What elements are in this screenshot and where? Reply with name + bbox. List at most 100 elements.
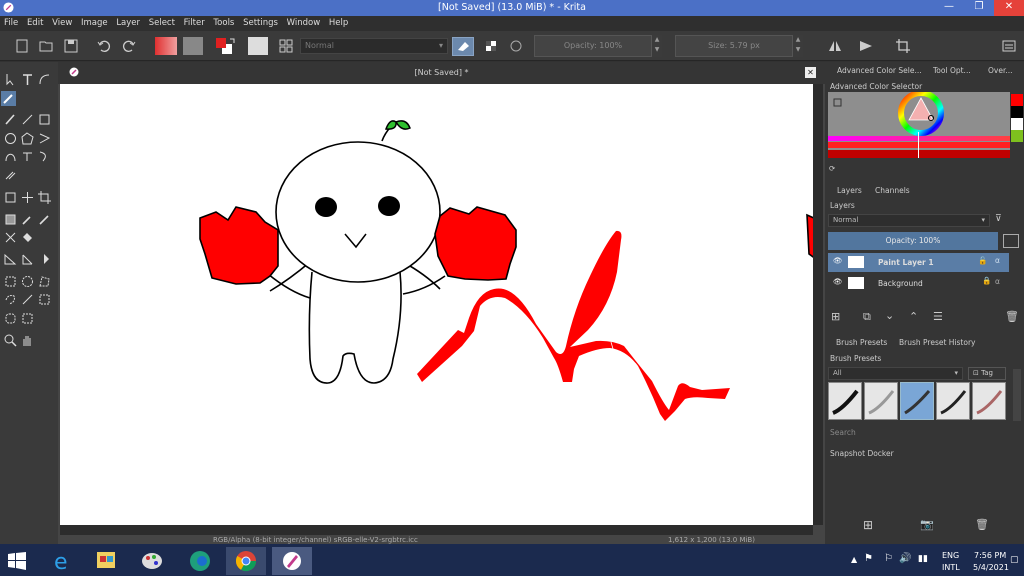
- show-hidden-icons-icon[interactable]: ▲: [851, 555, 857, 564]
- delete-snapshot-icon[interactable]: 🗑: [975, 518, 989, 531]
- move-layer-up-icon[interactable]: ⌃: [909, 310, 918, 323]
- brush-search-input[interactable]: Search: [830, 428, 856, 437]
- refresh-color-icon[interactable]: ⟳: [829, 164, 839, 174]
- internet-explorer-icon[interactable]: e: [42, 547, 82, 575]
- security-alert-icon[interactable]: ⚑: [864, 553, 873, 564]
- bezier-selection-icon[interactable]: [3, 311, 18, 326]
- add-snapshot-icon[interactable]: ⊞: [863, 518, 873, 532]
- menu-layer[interactable]: Layer: [116, 16, 140, 31]
- tab-brush-presets[interactable]: Brush Presets: [836, 338, 887, 347]
- preserve-alpha-icon[interactable]: [482, 37, 500, 55]
- transform-tool-icon[interactable]: [3, 190, 18, 205]
- freehand-selection-icon[interactable]: [3, 292, 18, 307]
- canvas-horizontal-scrollbar[interactable]: [60, 525, 813, 535]
- menu-filter[interactable]: Filter: [184, 16, 205, 31]
- camera-icon[interactable]: 📷: [920, 518, 934, 531]
- network-alert-icon[interactable]: ⚐: [884, 553, 893, 564]
- bezier-tool-icon[interactable]: [3, 149, 18, 164]
- freehand-path-tool-icon[interactable]: [20, 149, 35, 164]
- pattern-selector-icon[interactable]: [183, 37, 203, 55]
- lock-icon[interactable]: 🔒: [982, 276, 991, 285]
- menu-view[interactable]: View: [52, 16, 72, 31]
- polyline-tool-icon[interactable]: [37, 131, 52, 146]
- alpha-lock-icon[interactable]: α: [995, 277, 1000, 286]
- similar-color-selection-icon[interactable]: [37, 292, 52, 307]
- gradient-selector-icon[interactable]: [155, 37, 177, 55]
- duplicate-layer-icon[interactable]: ⧉: [863, 310, 871, 324]
- rectangle-tool-icon[interactable]: [37, 112, 52, 127]
- text-tool-icon[interactable]: [20, 72, 35, 87]
- menu-settings[interactable]: Settings: [243, 16, 278, 31]
- battery-icon[interactable]: ▮▮: [918, 554, 928, 564]
- reload-preset-icon[interactable]: [507, 37, 525, 55]
- layer-row-paint-layer-1[interactable]: 👁 Paint Layer 1 🔓 α: [828, 253, 1009, 272]
- menu-image[interactable]: Image: [81, 16, 108, 31]
- redo-icon[interactable]: [120, 37, 138, 55]
- krita-taskbar-icon[interactable]: [272, 547, 312, 575]
- menu-file[interactable]: File: [4, 16, 18, 31]
- paint-palette-icon[interactable]: [132, 547, 172, 575]
- opacity-spin-arrows[interactable]: ▲ ▼: [652, 35, 662, 57]
- mirror-horizontal-icon[interactable]: [826, 37, 844, 55]
- toolbar-menu-icon[interactable]: [1000, 37, 1018, 55]
- add-layer-icon[interactable]: ⊞: [831, 310, 840, 323]
- delete-layer-icon[interactable]: 🗑: [1005, 310, 1019, 323]
- move-layer-down-icon[interactable]: ⌄: [885, 309, 894, 322]
- layer-blend-select[interactable]: Normal ▾: [828, 214, 990, 227]
- control-panel-icon[interactable]: [87, 547, 127, 575]
- tab-overview[interactable]: Over...: [988, 66, 1013, 75]
- brush-scrollbar[interactable]: [1013, 369, 1021, 421]
- clock-time[interactable]: 7:56 PM: [974, 551, 1006, 560]
- tag-button[interactable]: ⊡ Tag: [968, 367, 1006, 380]
- menu-tools[interactable]: Tools: [213, 16, 234, 31]
- fg-bg-color-swatch[interactable]: [214, 37, 238, 55]
- canvas-vertical-scrollbar[interactable]: [813, 84, 823, 525]
- brush-preset-marker[interactable]: [936, 382, 970, 420]
- tab-brush-preset-history[interactable]: Brush Preset History: [899, 338, 975, 347]
- mirror-vertical-icon[interactable]: [857, 37, 875, 55]
- minimize-button[interactable]: —: [934, 0, 964, 16]
- pan-tool-icon[interactable]: [20, 333, 35, 348]
- magnetic-selection-icon[interactable]: [20, 311, 35, 326]
- tab-advanced-color-selector[interactable]: Advanced Color Sele...: [837, 66, 922, 75]
- multibrush-tool-icon[interactable]: [3, 167, 18, 182]
- gradient-tool-icon[interactable]: [3, 212, 18, 227]
- workspace-grid-icon[interactable]: [277, 37, 295, 55]
- colorize-mask-tool-icon[interactable]: [37, 212, 52, 227]
- brush-preset-selected[interactable]: [900, 382, 934, 420]
- blend-mode-select[interactable]: Normal ▾: [300, 38, 448, 54]
- tab-layers[interactable]: Layers: [837, 186, 862, 195]
- freehand-brush-tool-icon[interactable]: [1, 91, 16, 106]
- assistant-tool-icon[interactable]: [3, 252, 18, 267]
- language-bottom[interactable]: INTL: [942, 563, 960, 572]
- crop-tool-icon[interactable]: [37, 190, 52, 205]
- layer-opacity-slider[interactable]: Opacity: 100%: [828, 232, 998, 250]
- drawing-canvas[interactable]: [60, 84, 813, 525]
- brush-tag-filter-select[interactable]: All ▾: [828, 367, 963, 380]
- contiguous-selection-icon[interactable]: [20, 292, 35, 307]
- move-tool-icon[interactable]: [20, 190, 35, 205]
- edit-shapes-tool-icon[interactable]: [37, 72, 52, 87]
- eye-icon[interactable]: 👁: [833, 277, 843, 286]
- line-tool-icon[interactable]: [20, 112, 35, 127]
- elliptical-selection-icon[interactable]: [20, 274, 35, 289]
- volume-icon[interactable]: 🔊: [899, 553, 911, 564]
- new-document-icon[interactable]: [13, 37, 31, 55]
- layer-row-background[interactable]: 👁 Background 🔒 α: [828, 274, 1009, 293]
- clock-date[interactable]: 5/4/2021: [973, 563, 1009, 572]
- language-top[interactable]: ENG: [942, 551, 959, 560]
- eraser-mode-button[interactable]: [452, 37, 474, 56]
- menu-window[interactable]: Window: [287, 16, 321, 31]
- polygonal-selection-icon[interactable]: [37, 274, 52, 289]
- brush-size-slider[interactable]: Size: 5.79 px: [675, 35, 793, 57]
- ellipse-tool-icon[interactable]: [3, 131, 18, 146]
- brush-preset-paint[interactable]: [972, 382, 1006, 420]
- menu-select[interactable]: Select: [149, 16, 175, 31]
- open-folder-icon[interactable]: [37, 37, 55, 55]
- menu-help[interactable]: Help: [329, 16, 348, 31]
- opacity-slider[interactable]: Opacity: 100%: [534, 35, 652, 57]
- edge-browser-icon[interactable]: [180, 547, 220, 575]
- layer-properties-sliders-icon[interactable]: ☰: [933, 310, 943, 323]
- color-history-swatches[interactable]: [1011, 94, 1023, 144]
- lock-icon[interactable]: 🔓: [978, 256, 987, 265]
